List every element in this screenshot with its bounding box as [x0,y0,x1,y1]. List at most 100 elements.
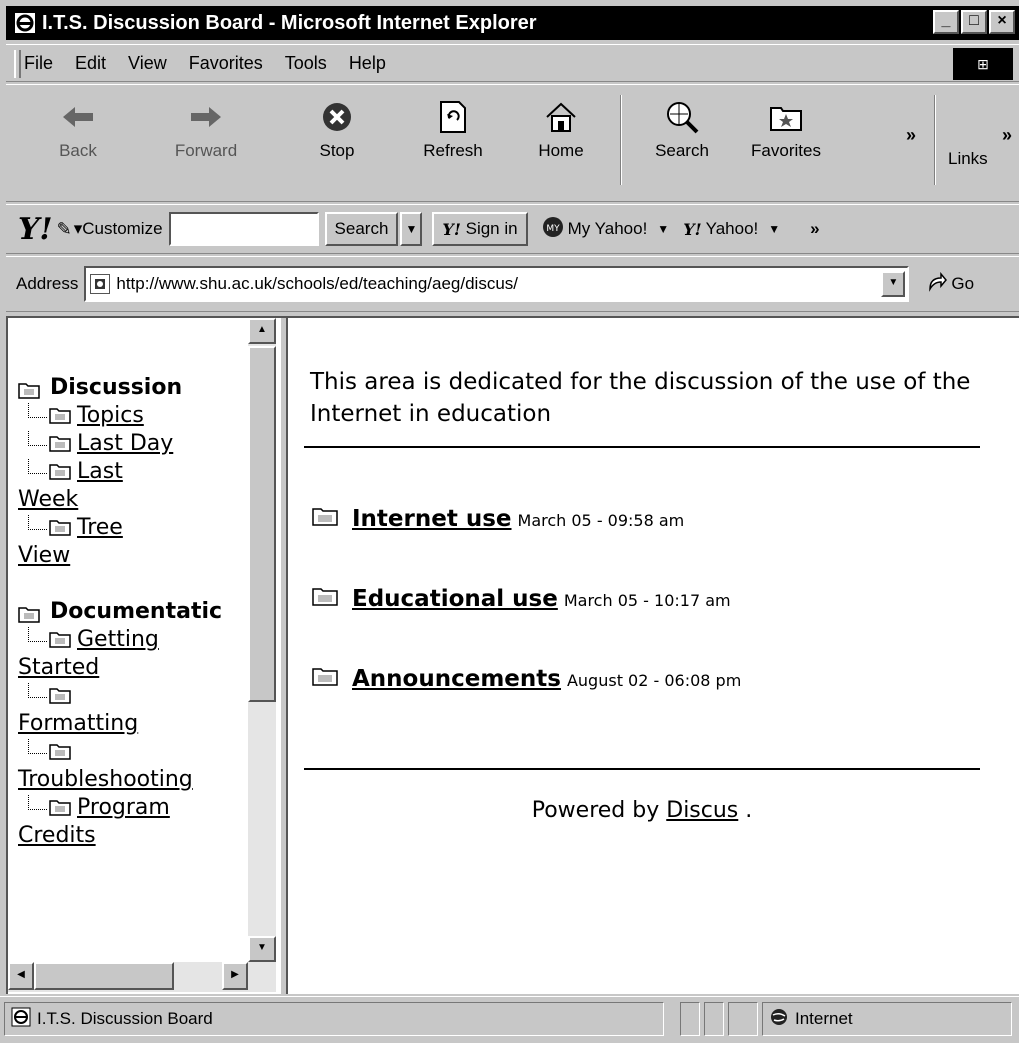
internet-zone-globe-icon [769,1007,789,1032]
last-week-link[interactable]: Last [77,459,123,484]
address-dropdown-icon[interactable]: ▼ [881,271,906,297]
favorites-button[interactable]: Favorites [736,99,836,161]
tree-view-link[interactable]: Tree [77,515,123,540]
forward-arrow-icon [188,99,224,135]
divider [304,446,980,448]
yahoo-button[interactable]: Y! Yahoo! ▼ [683,219,780,239]
browser-window: I.T.S. Discussion Board - Microsoft Inte… [0,0,1019,1043]
address-input[interactable]: http://www.shu.ac.uk/schools/ed/teaching… [84,266,910,302]
menu-file[interactable]: File [24,53,53,74]
customize-button[interactable]: ▾Customize [74,219,163,239]
yahoo-search-dropdown-icon[interactable]: ▼ [400,212,423,246]
status-bar: I.T.S. Discussion Board Internet [0,996,1019,1043]
maximize-button[interactable]: □ [961,10,987,34]
toolbar-separator [934,95,936,185]
getting-started-link[interactable]: Getting [77,627,159,652]
toolbar-overflow-chevron-icon[interactable]: » [906,125,916,146]
powered-by-footer: Powered by Discus . [304,798,980,823]
back-button[interactable]: Back [38,99,118,161]
close-button[interactable]: × [989,10,1015,34]
status-panel [704,1002,724,1036]
yahoo-search-input[interactable] [168,212,319,246]
scroll-up-arrow-icon[interactable]: ▲ [248,318,276,344]
horizontal-scroll-thumb[interactable] [34,962,174,990]
links-label[interactable]: Links [948,149,988,169]
tree-node-program-credits: Program Credits [18,794,250,850]
program-credits-link-wrap[interactable]: Credits [18,823,96,848]
navigation-tree: Discussion Topics Last Day Last Week Tree… [18,374,250,850]
window-title: I.T.S. Discussion Board - Microsoft Inte… [42,11,537,34]
last-day-link[interactable]: Last Day [77,431,173,456]
stop-button[interactable]: Stop [302,99,372,161]
tree-connector [28,459,47,474]
tree-view-link-wrap[interactable]: View [18,543,70,568]
my-yahoo-label: My Yahoo! [567,219,648,238]
tree-node-tree-view: Tree View [18,514,250,570]
home-icon [543,99,579,135]
tree-connector [28,403,47,418]
yahoo-small-icon: Y! [442,219,461,239]
topic-link-internet-use[interactable]: Internet use [352,506,512,532]
topic-link-educational-use[interactable]: Educational use [352,586,558,612]
standard-toolbar: Back Forward Stop Refresh Home Search Fa… [6,84,1019,202]
address-label: Address [16,274,79,293]
last-week-link-wrap[interactable]: Week [18,487,78,512]
links-overflow-chevron-icon[interactable]: » [1002,125,1012,146]
internet-explorer-icon [14,12,36,34]
getting-started-link-wrap[interactable]: Started [18,655,99,680]
tree-connector [28,431,47,446]
stop-icon [319,99,355,135]
scroll-down-arrow-icon[interactable]: ▼ [248,936,276,962]
navigation-horizontal-scrollbar[interactable]: ◀ ▶ [8,962,276,992]
yahoo-dropdown-icon[interactable]: ▼ [768,222,780,236]
back-label: Back [59,141,97,160]
menu-view[interactable]: View [128,53,167,74]
my-yahoo-icon: MY [542,216,564,243]
tree-connector [28,739,47,754]
back-arrow-icon [60,99,96,135]
scroll-right-arrow-icon[interactable]: ▶ [222,962,248,990]
go-button[interactable]: Go [927,271,974,297]
sign-in-button[interactable]: Y! Sign in [432,212,528,246]
pencil-icon: ✎ [56,218,72,239]
search-button[interactable]: Search [640,99,724,161]
discus-link[interactable]: Discus [666,798,738,823]
navigation-frame: Discussion Topics Last Day Last Week Tree… [8,318,276,994]
frame-divider[interactable] [280,318,288,994]
topics-link[interactable]: Topics [77,403,144,428]
topic-date: March 05 - 10:17 am [563,591,731,610]
forward-button[interactable]: Forward [156,99,256,161]
menu-help[interactable]: Help [349,53,386,74]
menu-edit[interactable]: Edit [75,53,106,74]
tree-node-topics: Topics [18,402,250,430]
navigation-vertical-scrollbar[interactable]: ▲ ▼ [248,318,276,962]
folder-icon [18,379,40,399]
menu-tools[interactable]: Tools [285,53,327,74]
minimize-button[interactable]: _ [933,10,959,34]
refresh-button[interactable]: Refresh [408,99,498,161]
scroll-thumb[interactable] [248,346,276,702]
topic-link-announcements[interactable]: Announcements [352,666,561,692]
yahoo-search-button[interactable]: Search [324,212,399,246]
folder-icon [49,628,71,648]
scroll-left-arrow-icon[interactable]: ◀ [8,962,34,990]
formatting-link[interactable]: Formatting [18,711,138,736]
search-label: Search [655,141,709,160]
tree-connector [28,515,47,530]
discussion-label: Discussion [50,375,183,400]
my-yahoo-button[interactable]: MY My Yahoo! ▼ [542,216,669,243]
yahoo-logo-icon[interactable]: Y! [18,212,53,247]
home-button[interactable]: Home [526,99,596,161]
home-label: Home [538,141,584,160]
my-yahoo-dropdown-icon[interactable]: ▼ [657,222,669,236]
yahoo-small-icon: Y! [683,219,702,239]
folder-icon [312,586,338,606]
menu-favorites[interactable]: Favorites [189,53,263,74]
toolbar-grip[interactable] [14,50,21,78]
topic-row: Internet use March 05 - 09:58 am [312,506,684,532]
program-credits-link[interactable]: Program [77,795,170,820]
troubleshooting-link[interactable]: Troubleshooting [18,767,193,792]
folder-icon [49,432,71,452]
yahoo-toolbar-overflow-chevron-icon[interactable]: » [810,219,819,239]
board-description: This area is dedicated for the discussio… [310,369,971,427]
